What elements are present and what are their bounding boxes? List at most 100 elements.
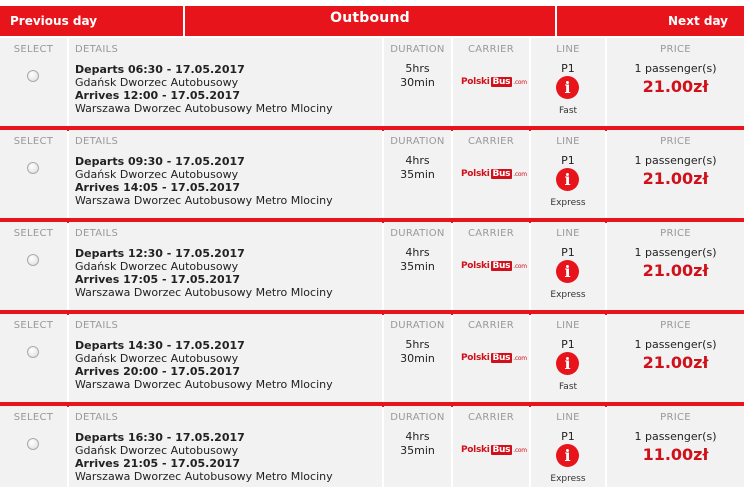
select-radio[interactable] bbox=[27, 162, 39, 174]
fare-price: 21.00zł bbox=[642, 261, 709, 280]
polskibus-logo: Polski Bus .com bbox=[461, 443, 527, 457]
logo-text-bus: Bus bbox=[490, 353, 513, 363]
arrival-station: Warszawa Dworzec Autobusowy Metro Mlocin… bbox=[75, 470, 333, 483]
line-header: LINE bbox=[556, 136, 580, 147]
departure-time: Departs 12:30 - 17.05.2017 bbox=[75, 247, 245, 260]
arrival-time: Arrives 14:05 - 17.05.2017 bbox=[75, 181, 240, 194]
carrier-header: CARRIER bbox=[467, 44, 515, 55]
departure-station: Gdańsk Dworzec Autobusowy bbox=[75, 444, 239, 457]
journey-row: SELECT DETAILS Departs 12:30 - 17.05.201… bbox=[0, 222, 744, 315]
select-header: SELECT bbox=[13, 320, 54, 331]
details-header: DETAILS bbox=[75, 228, 119, 239]
passenger-count: 1 passenger(s) bbox=[634, 246, 717, 259]
next-day-label: Next day bbox=[668, 14, 728, 28]
select-radio[interactable] bbox=[27, 70, 39, 82]
info-circle-icon[interactable]: i bbox=[556, 352, 579, 375]
line-header: LINE bbox=[556, 320, 580, 331]
day-navigation-bar: Previous day Outbound Next day bbox=[0, 6, 744, 36]
carrier-cell: CARRIER Polski Bus .com bbox=[453, 130, 529, 218]
carrier-header: CARRIER bbox=[467, 412, 515, 423]
line-code: P1 bbox=[561, 338, 575, 351]
price-cell: PRICE 1 passenger(s) 21.00zł bbox=[607, 222, 744, 310]
carrier-cell: CARRIER Polski Bus .com bbox=[453, 222, 529, 310]
logo-text-com: .com bbox=[513, 79, 527, 86]
select-radio[interactable] bbox=[27, 346, 39, 358]
service-type: Fast bbox=[558, 106, 578, 116]
line-header: LINE bbox=[556, 44, 580, 55]
details-cell: DETAILS Departs 14:30 - 17.05.2017 Gdańs… bbox=[69, 314, 382, 402]
line-cell: LINE P1 i Express bbox=[531, 406, 605, 487]
duration-header: DURATION bbox=[390, 228, 445, 239]
info-circle-icon[interactable]: i bbox=[556, 260, 579, 283]
select-header: SELECT bbox=[13, 136, 54, 147]
arrival-station: Warszawa Dworzec Autobusowy Metro Mlocin… bbox=[75, 194, 333, 207]
fare-price: 21.00zł bbox=[642, 353, 709, 372]
select-cell: SELECT bbox=[0, 130, 67, 218]
duration-minutes: 35min bbox=[400, 168, 435, 181]
duration-cell: DURATION 4hrs 35min bbox=[384, 130, 451, 218]
select-radio[interactable] bbox=[27, 254, 39, 266]
departure-time: Departs 14:30 - 17.05.2017 bbox=[75, 339, 245, 352]
duration-minutes: 30min bbox=[400, 352, 435, 365]
logo-text-polski: Polski bbox=[461, 353, 490, 363]
line-cell: LINE P1 i Express bbox=[531, 222, 605, 310]
select-header: SELECT bbox=[13, 228, 54, 239]
departure-station: Gdańsk Dworzec Autobusowy bbox=[75, 168, 239, 181]
select-header: SELECT bbox=[13, 412, 54, 423]
service-type: Express bbox=[550, 198, 586, 208]
info-circle-icon[interactable]: i bbox=[556, 76, 579, 99]
carrier-header: CARRIER bbox=[467, 228, 515, 239]
duration-cell: DURATION 5hrs 30min bbox=[384, 38, 451, 126]
line-code: P1 bbox=[561, 154, 575, 167]
line-code: P1 bbox=[561, 246, 575, 259]
details-header: DETAILS bbox=[75, 412, 119, 423]
carrier-cell: CARRIER Polski Bus .com bbox=[453, 38, 529, 126]
duration-header: DURATION bbox=[390, 320, 445, 331]
arrival-time: Arrives 20:00 - 17.05.2017 bbox=[75, 365, 240, 378]
departure-time: Departs 09:30 - 17.05.2017 bbox=[75, 155, 245, 168]
fare-price: 21.00zł bbox=[642, 169, 709, 188]
previous-day-button[interactable]: Previous day bbox=[0, 6, 183, 36]
duration-minutes: 35min bbox=[400, 260, 435, 273]
line-cell: LINE P1 i Fast bbox=[531, 38, 605, 126]
line-header: LINE bbox=[556, 412, 580, 423]
duration-hours: 5hrs bbox=[405, 62, 430, 75]
select-cell: SELECT bbox=[0, 222, 67, 310]
select-cell: SELECT bbox=[0, 406, 67, 487]
price-header: PRICE bbox=[660, 44, 691, 55]
logo-text-polski: Polski bbox=[461, 169, 490, 179]
departure-station: Gdańsk Dworzec Autobusowy bbox=[75, 352, 239, 365]
line-header: LINE bbox=[556, 228, 580, 239]
service-type: Fast bbox=[558, 382, 578, 392]
polskibus-logo: Polski Bus .com bbox=[461, 351, 527, 365]
passenger-count: 1 passenger(s) bbox=[634, 62, 717, 75]
price-header: PRICE bbox=[660, 136, 691, 147]
carrier-cell: CARRIER Polski Bus .com bbox=[453, 314, 529, 402]
logo-text-bus: Bus bbox=[490, 77, 513, 87]
service-type: Express bbox=[550, 474, 586, 484]
select-header: SELECT bbox=[13, 44, 54, 55]
duration-hours: 4hrs bbox=[405, 430, 430, 443]
line-code: P1 bbox=[561, 62, 575, 75]
info-circle-icon[interactable]: i bbox=[556, 168, 579, 191]
service-type: Express bbox=[550, 290, 586, 300]
details-cell: DETAILS Departs 12:30 - 17.05.2017 Gdańs… bbox=[69, 222, 382, 310]
select-cell: SELECT bbox=[0, 38, 67, 126]
polskibus-logo: Polski Bus .com bbox=[461, 167, 527, 181]
line-cell: LINE P1 i Express bbox=[531, 130, 605, 218]
next-day-button[interactable]: Next day bbox=[557, 6, 744, 36]
info-circle-icon[interactable]: i bbox=[556, 444, 579, 467]
select-cell: SELECT bbox=[0, 314, 67, 402]
price-header: PRICE bbox=[660, 320, 691, 331]
previous-day-label: Previous day bbox=[10, 14, 98, 28]
arrival-station: Warszawa Dworzec Autobusowy Metro Mlocin… bbox=[75, 102, 333, 115]
details-header: DETAILS bbox=[75, 320, 119, 331]
duration-header: DURATION bbox=[390, 412, 445, 423]
passenger-count: 1 passenger(s) bbox=[634, 338, 717, 351]
logo-text-com: .com bbox=[513, 447, 527, 454]
carrier-header: CARRIER bbox=[467, 136, 515, 147]
price-header: PRICE bbox=[660, 412, 691, 423]
select-radio[interactable] bbox=[27, 438, 39, 450]
departure-time: Departs 06:30 - 17.05.2017 bbox=[75, 63, 245, 76]
logo-text-polski: Polski bbox=[461, 445, 490, 455]
